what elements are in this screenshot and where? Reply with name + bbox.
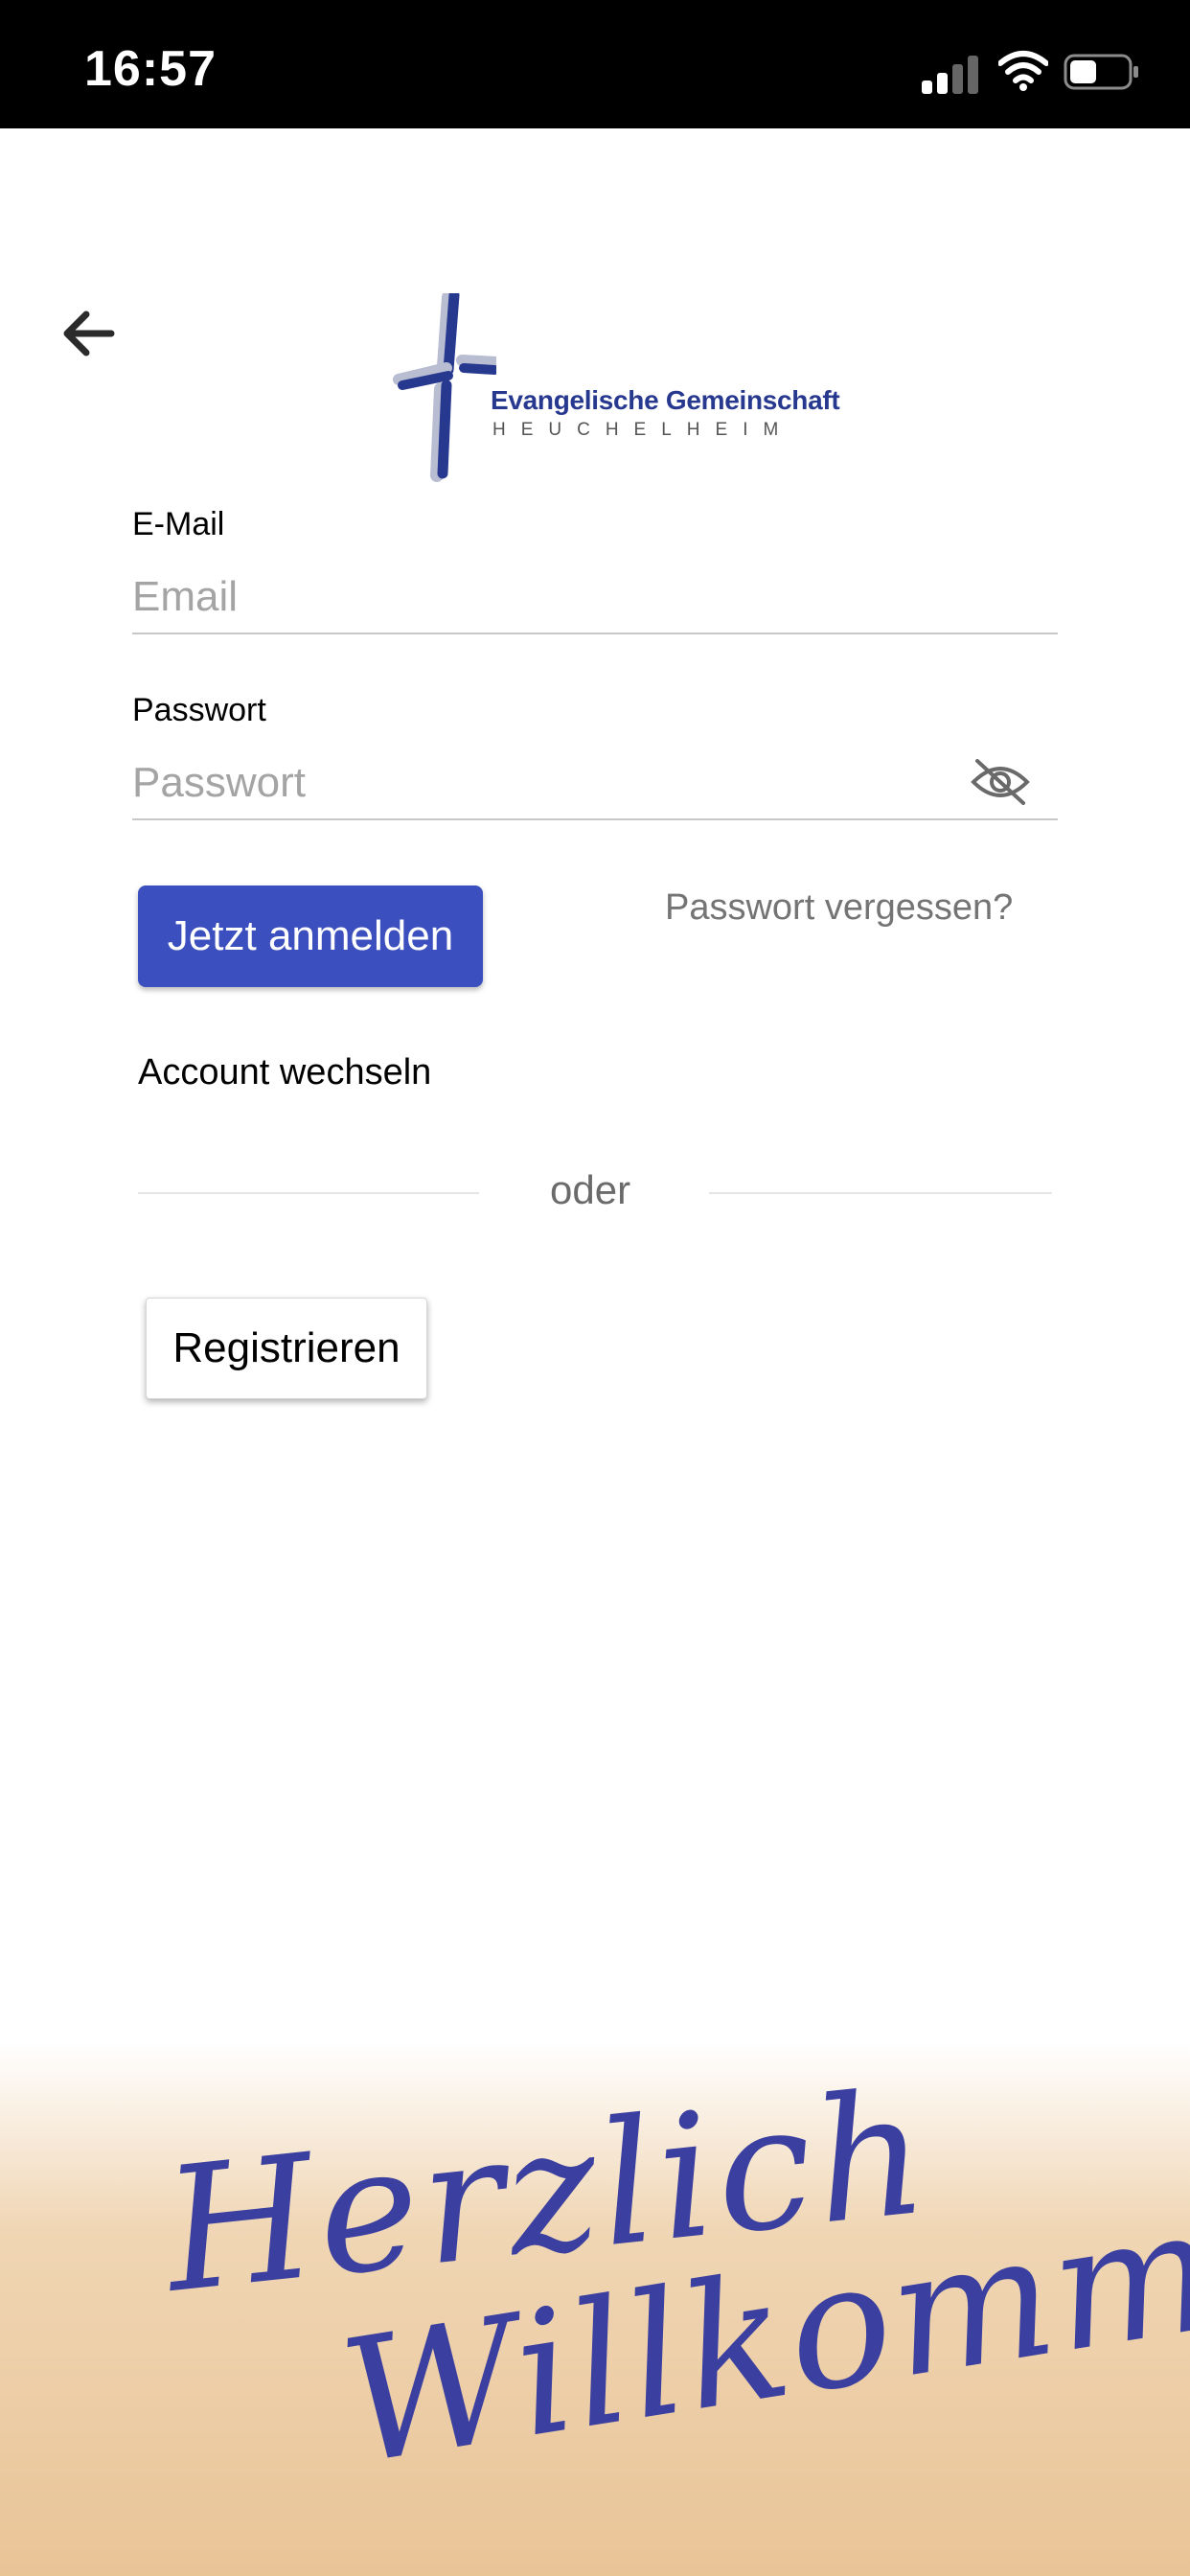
logo-title: Evangelische Gemeinschaft [491,385,840,415]
forgot-password-link[interactable]: Passwort vergessen? [665,887,1013,929]
back-button[interactable] [57,303,119,364]
welcome-script: Herzlich Willkommen! [153,2053,1190,2502]
eye-off-icon[interactable] [970,755,1031,809]
battery-icon [1064,54,1138,90]
email-field[interactable] [132,562,1058,634]
login-button[interactable]: Jetzt anmelden [138,886,483,987]
cross-logo-icon [393,293,496,482]
password-field[interactable] [132,748,1058,820]
divider-left [138,1192,479,1194]
status-time: 16:57 [84,41,217,97]
register-button[interactable]: Registrieren [146,1298,427,1399]
divider-right [709,1192,1052,1194]
arrow-left-icon [63,310,115,356]
wifi-icon [998,51,1048,91]
divider-label: oder [550,1167,631,1212]
status-icons [922,50,1152,98]
signal-icon [922,54,979,94]
logo-subtitle: HEUCHELHEIM [492,420,794,440]
switch-account-link[interactable]: Account wechseln [138,1052,431,1093]
email-label: E-Mail [132,506,225,542]
password-label: Passwort [132,692,266,728]
church-logo: Evangelische Gemeinschaft HEUCHELHEIM [391,293,840,485]
status-bar: 16:57 [0,0,1190,128]
welcome-banner: Herzlich Willkommen! [0,2041,1190,2576]
